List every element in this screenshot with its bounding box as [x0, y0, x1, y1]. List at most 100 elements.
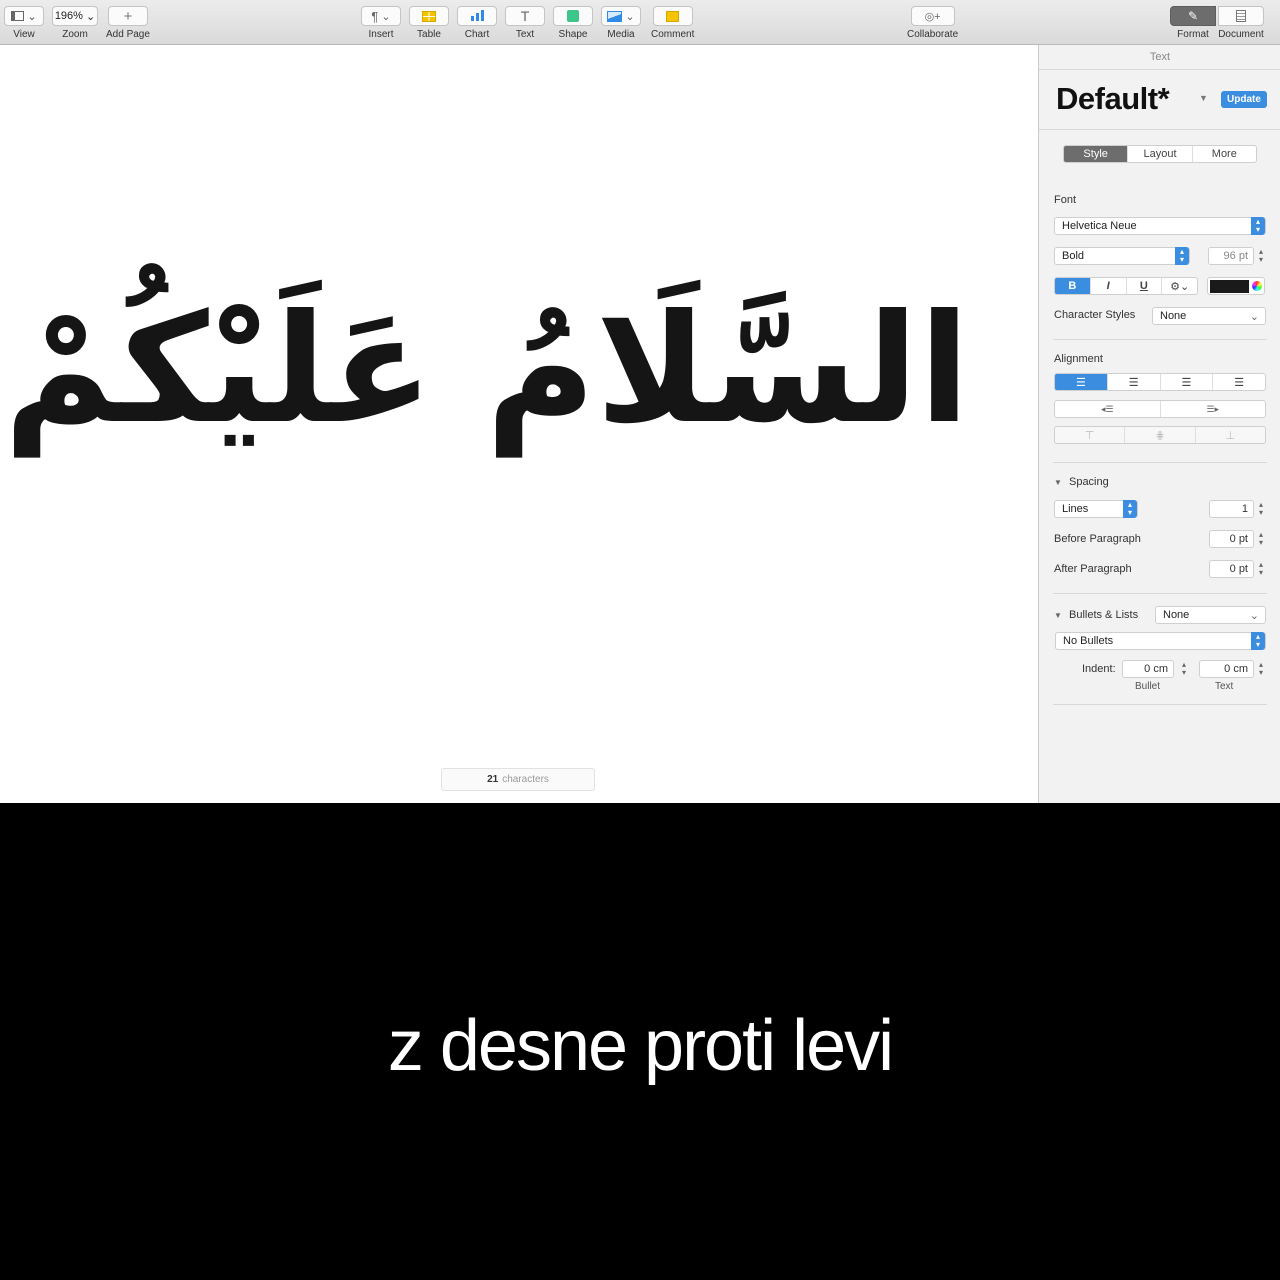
text-options-button[interactable]: ⚙⌄ [1162, 278, 1197, 294]
underline-button[interactable]: U [1127, 278, 1163, 294]
font-size-field[interactable]: 96 pt [1208, 247, 1254, 265]
align-center-button[interactable]: ☰ [1108, 374, 1161, 390]
chevron-down-icon: ⌄ [1249, 609, 1259, 622]
bullets-section-label[interactable]: ▼ Bullets & Lists [1054, 609, 1138, 621]
comment-icon [666, 10, 680, 22]
add-page-tool[interactable]: + Add Page [106, 6, 150, 40]
zoom-label: Zoom [62, 29, 88, 40]
character-count: 21 characters [441, 768, 595, 791]
text-icon: T [520, 8, 530, 24]
updown-icon: ▴ ▾ [1123, 500, 1137, 518]
chevron-down-icon: ⌄ [85, 10, 96, 23]
chart-icon [470, 10, 484, 21]
update-button[interactable]: Update [1221, 91, 1267, 108]
font-family-select[interactable]: Helvetica Neue ▴ ▾ [1054, 217, 1266, 235]
media-tool[interactable]: ⌄ Media [601, 6, 641, 40]
shape-label: Shape [558, 29, 588, 40]
updown-icon: ▴ ▾ [1251, 217, 1265, 235]
line-spacing-field[interactable]: 1 [1209, 500, 1254, 518]
font-size-stepper[interactable]: ▴ ▾ [1256, 247, 1266, 265]
document-tool[interactable]: Document [1218, 6, 1264, 40]
before-paragraph-field[interactable]: 0 pt [1209, 530, 1254, 548]
character-styles-label: Character Styles [1054, 309, 1136, 321]
after-paragraph-field[interactable]: 0 pt [1209, 560, 1254, 578]
line-spacing-mode-value: Lines [1062, 503, 1089, 515]
justify-button[interactable]: ☰ [1213, 374, 1265, 390]
font-style-select[interactable]: Bold ▴ ▾ [1054, 247, 1190, 265]
before-paragraph-stepper[interactable]: ▴ ▾ [1256, 530, 1266, 548]
text-color-swatch [1210, 279, 1250, 293]
collaborate-icon: ◎+ [924, 10, 941, 23]
text-button[interactable]: T [505, 6, 545, 26]
align-left-button[interactable]: ☰ [1055, 374, 1108, 390]
insert-button[interactable]: ¶ ⌄ [361, 6, 401, 26]
paragraph-style-name[interactable]: Default* [1056, 81, 1170, 117]
font-emphasis-buttons: B I U ⚙⌄ [1054, 277, 1198, 295]
bullet-type-select[interactable]: No Bullets ▴ ▾ [1055, 632, 1266, 650]
arabic-text[interactable]: السَّلَامُ عَلَيْكُمْ [4, 280, 970, 460]
shape-button[interactable] [553, 6, 593, 26]
bullet-indent-field[interactable]: 0 cm [1122, 660, 1174, 678]
decrease-indent-button[interactable]: ◂☰ [1055, 401, 1161, 417]
tab-layout[interactable]: Layout [1128, 146, 1193, 162]
comment-label: Comment [651, 29, 695, 40]
collaborate-button[interactable]: ◎+ [910, 6, 955, 26]
zoom-tool[interactable]: 196% ⌄ Zoom [52, 6, 98, 40]
tab-more[interactable]: More [1193, 146, 1256, 162]
spacing-section-label[interactable]: ▼ Spacing [1054, 476, 1109, 488]
color-wheel-icon[interactable] [1252, 281, 1262, 291]
text-tool[interactable]: T Text [505, 6, 545, 40]
increase-indent-button[interactable]: ☰▸ [1161, 401, 1266, 417]
text-color-well[interactable] [1207, 277, 1265, 295]
document-button[interactable] [1218, 6, 1264, 26]
document-canvas[interactable]: السَّلَامُ عَلَيْكُمْ 21 characters [0, 45, 1038, 803]
view-tool[interactable]: ⌄ View [4, 6, 44, 40]
chart-button[interactable] [457, 6, 497, 26]
chart-tool[interactable]: Chart [457, 6, 497, 40]
comment-tool[interactable]: Comment [651, 6, 694, 40]
table-tool[interactable]: Table [409, 6, 449, 40]
align-right-button[interactable]: ☰ [1161, 374, 1214, 390]
align-bottom-button[interactable]: ⊥ [1196, 427, 1265, 443]
chevron-down-icon: ⌄ [27, 10, 37, 23]
tab-style[interactable]: Style [1064, 146, 1129, 162]
align-top-button[interactable]: ⊤ [1055, 427, 1126, 443]
line-spacing-stepper[interactable]: ▴ ▾ [1256, 500, 1266, 518]
style-dropdown-arrow-icon[interactable]: ▼ [1199, 93, 1208, 103]
after-paragraph-stepper[interactable]: ▴ ▾ [1256, 560, 1266, 578]
shape-tool[interactable]: Shape [553, 6, 593, 40]
comment-button[interactable] [652, 6, 693, 26]
shape-icon [567, 10, 579, 22]
italic-button[interactable]: I [1091, 278, 1127, 294]
character-styles-select[interactable]: None ⌄ [1152, 307, 1266, 325]
bullet-indent-stepper[interactable]: ▴ ▾ [1179, 660, 1189, 678]
collaborate-label: Collaborate [907, 29, 959, 40]
table-button[interactable] [409, 6, 449, 26]
insert-tool[interactable]: ¶ ⌄ Insert [361, 6, 401, 40]
format-button[interactable]: ✎ [1170, 6, 1216, 26]
gear-icon: ⚙⌄ [1170, 280, 1190, 293]
format-tool[interactable]: ✎ Format [1170, 6, 1216, 40]
toolbar: ⌄ View 196% ⌄ Zoom + Add Page ¶ ⌄ Insert… [0, 0, 1280, 45]
text-indent-stepper[interactable]: ▴ ▾ [1256, 660, 1266, 678]
zoom-value: 196% [54, 10, 83, 22]
zoom-select[interactable]: 196% ⌄ [52, 6, 98, 26]
bullets-list-style-select[interactable]: None ⌄ [1155, 606, 1266, 624]
sidebar-header: Text [1149, 51, 1171, 63]
disclosure-triangle-icon: ▼ [1054, 478, 1062, 487]
text-indent-field[interactable]: 0 cm [1199, 660, 1254, 678]
character-styles-value: None [1160, 310, 1187, 322]
align-middle-icon: ⋕ [1155, 429, 1165, 442]
collaborate-tool[interactable]: ◎+ Collaborate [907, 6, 958, 40]
line-spacing-mode-select[interactable]: Lines ▴ ▾ [1054, 500, 1138, 518]
media-label: Media [607, 29, 635, 40]
bold-button[interactable]: B [1055, 278, 1091, 294]
alignment-buttons: ☰ ☰ ☰ ☰ [1054, 373, 1266, 391]
add-page-button[interactable]: + [107, 6, 148, 26]
align-middle-button[interactable]: ⋕ [1125, 427, 1196, 443]
view-button[interactable]: ⌄ [4, 6, 44, 26]
sidebar-icon [11, 11, 25, 21]
paintbrush-icon: ✎ [1187, 9, 1199, 23]
media-button[interactable]: ⌄ [601, 6, 641, 26]
insert-label: Insert [368, 29, 394, 40]
